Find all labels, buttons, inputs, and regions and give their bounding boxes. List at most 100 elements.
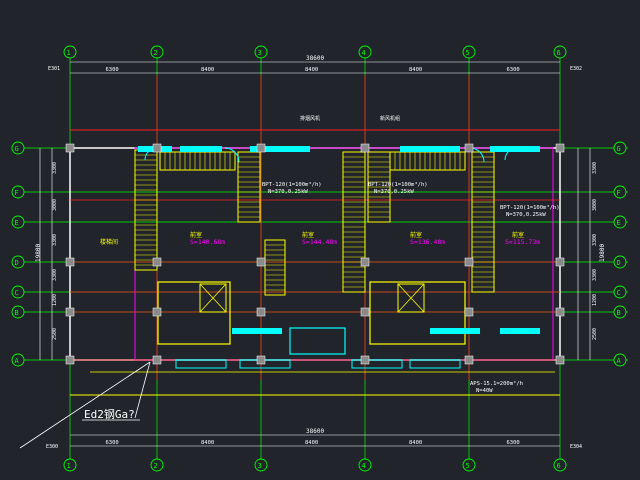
axis-bubble-label: G (617, 145, 621, 153)
column (555, 355, 565, 365)
bay-dim-top: 6300 (507, 67, 520, 73)
seg-dim-right: 3000 (592, 199, 598, 211)
elev-mark: E302 (570, 66, 582, 72)
equipment-label: N=370,0.25kW (374, 189, 414, 195)
equipment-label: BPT-120(1=100m³/h) (500, 204, 560, 211)
axis-bubble-label: C (617, 289, 621, 297)
column (152, 307, 162, 317)
column (65, 143, 75, 153)
seg-dim-right: 1200 (592, 294, 598, 306)
axis-bubble-label: 6 (557, 462, 561, 470)
bay-dim-top: 6300 (106, 67, 119, 73)
equipment-label: BPT-120(1=100m³/h) (262, 181, 322, 188)
duct (490, 146, 540, 152)
bay-dim-top: 8400 (409, 67, 422, 73)
duct (180, 146, 222, 152)
axis-bubble-label: 2 (154, 49, 158, 57)
seg-dim-left: 2500 (52, 328, 58, 340)
column (360, 257, 370, 267)
dim-total-bottom: 38600 (306, 428, 324, 435)
dim-total-right: 19800 (599, 244, 606, 262)
bay-dim-bottom: 8400 (409, 440, 422, 446)
column (360, 307, 370, 317)
bay-dim-top: 8400 (201, 67, 214, 73)
axis-bubble-label: 1 (67, 462, 71, 470)
axis-bubble-label: E (15, 219, 19, 227)
cad-viewport[interactable]: 前室 S=140.68m 前室 S=144.48m 前室 S=136.48m 前… (0, 0, 640, 480)
dim-total-left: 19800 (35, 244, 42, 262)
column (464, 307, 474, 317)
seg-dim-right: 3300 (592, 269, 598, 281)
column (555, 257, 565, 267)
bay-dim-bottom: 6300 (106, 440, 119, 446)
floor-plan-canvas[interactable]: 前室 S=140.68m 前室 S=144.48m 前室 S=136.48m 前… (0, 0, 640, 480)
axis-bubble-label: 5 (466, 49, 470, 57)
small-note: 新风机组 (380, 115, 400, 122)
axis-bubble-label: B (617, 309, 621, 317)
axis-bubble-label: 3 (258, 49, 262, 57)
seg-dim-left: 3300 (52, 269, 58, 281)
elev-mark: E301 (48, 66, 60, 72)
axis-bubble-label: 2 (154, 462, 158, 470)
small-note: 排烟风机 (300, 115, 320, 122)
axis-bubble-label: 6 (557, 49, 561, 57)
room-area: S=136.48m (410, 238, 445, 246)
column (152, 355, 162, 365)
elev-mark: E304 (570, 444, 582, 450)
equipment-label: N=370,0.25kW (506, 212, 546, 218)
axis-bubble-label: D (15, 259, 19, 267)
column (555, 307, 565, 317)
seg-dim-right: 3300 (592, 234, 598, 246)
column (152, 257, 162, 267)
seg-dim-left: 1200 (52, 294, 58, 306)
axis-bubble-label: F (15, 189, 19, 197)
axis-bubble-label: 1 (67, 49, 71, 57)
axis-bubble-label: 5 (466, 462, 470, 470)
duct (232, 328, 282, 334)
room-area: S=115.73m (505, 238, 540, 246)
axis-bubble-label: 4 (362, 462, 366, 470)
axis-bubble-label: B (15, 309, 19, 317)
axis-bubble-label: C (15, 289, 19, 297)
column (464, 355, 474, 365)
axis-bubble-label: 3 (258, 462, 262, 470)
axis-bubble-label: E (617, 219, 621, 227)
column (65, 307, 75, 317)
axis-bubble-label: 4 (362, 49, 366, 57)
left-room-name: 楼梯间 (100, 238, 118, 246)
bay-dim-bottom: 8400 (201, 440, 214, 446)
duct (400, 146, 460, 152)
room-area: S=140.68m (190, 238, 225, 246)
callout-text: Ed2钢Ga? (84, 408, 135, 421)
duct (430, 328, 480, 334)
elev-mark: E300 (46, 444, 58, 450)
column (256, 143, 266, 153)
column (65, 257, 75, 267)
column (65, 355, 75, 365)
duct (500, 328, 540, 334)
seg-dim-right: 3300 (592, 162, 598, 174)
equipment-label: APS-15.1=200m³/h (470, 380, 523, 387)
bay-dim-top: 8400 (305, 67, 318, 73)
column (555, 143, 565, 153)
seg-dim-left: 3300 (52, 234, 58, 246)
equipment-label: BPT-120(1=100m³/h) (368, 181, 428, 188)
column (152, 143, 162, 153)
column (256, 257, 266, 267)
column (464, 257, 474, 267)
axis-bubble-label: G (15, 145, 19, 153)
column (360, 355, 370, 365)
column (256, 307, 266, 317)
column (256, 355, 266, 365)
column (464, 143, 474, 153)
bay-dim-bottom: 8400 (305, 440, 318, 446)
room-area: S=144.48m (302, 238, 337, 246)
equipment-label: N=40W (476, 388, 493, 394)
seg-dim-left: 3300 (52, 162, 58, 174)
equipment-label: N=370,0.25kW (268, 189, 308, 195)
seg-dim-right: 2500 (592, 328, 598, 340)
bay-dim-bottom: 6300 (507, 440, 520, 446)
column (360, 143, 370, 153)
axis-bubble-label: D (617, 259, 621, 267)
seg-dim-left: 3000 (52, 199, 58, 211)
